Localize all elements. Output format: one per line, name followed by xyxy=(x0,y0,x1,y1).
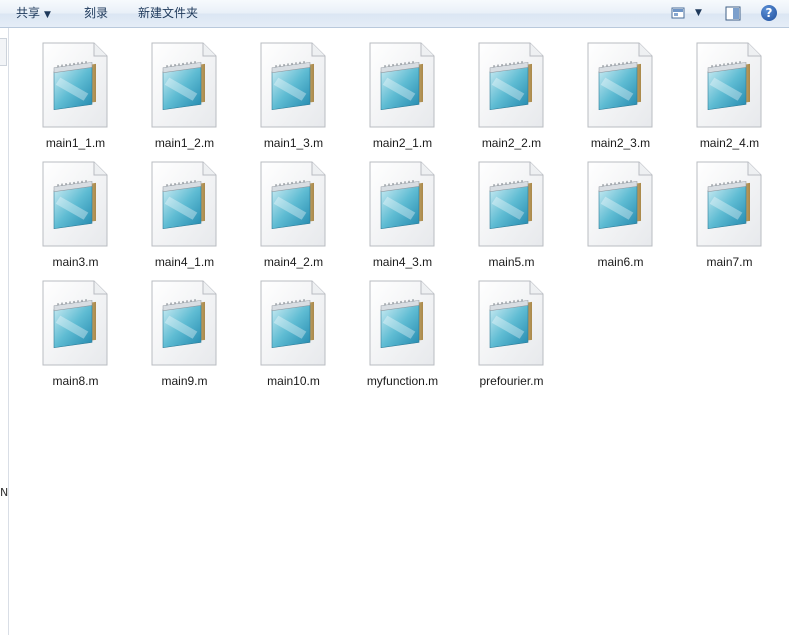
burn-button[interactable]: 刻录 xyxy=(84,0,108,27)
share-label: 共享 xyxy=(16,6,41,20)
file-item[interactable]: prefourier.m xyxy=(457,280,566,392)
file-name-label: main4_2.m xyxy=(263,255,324,269)
notepad-document-icon xyxy=(696,42,762,128)
file-item[interactable]: main9.m xyxy=(130,280,239,392)
file-item[interactable]: main7.m xyxy=(675,161,784,273)
notepad-document-icon xyxy=(151,161,217,247)
file-item[interactable]: main2_4.m xyxy=(675,42,784,154)
burn-label: 刻录 xyxy=(84,6,109,20)
file-item[interactable]: main5.m xyxy=(457,161,566,273)
share-dropdown-arrow-icon: ▼ xyxy=(44,10,51,20)
new-folder-button[interactable]: 新建文件夹 xyxy=(138,0,198,27)
file-item[interactable]: main3.m xyxy=(21,161,130,273)
notepad-document-icon xyxy=(260,42,326,128)
notepad-document-icon xyxy=(369,280,435,366)
file-name-label: main4_1.m xyxy=(154,255,215,269)
notepad-document-icon xyxy=(260,280,326,366)
navigation-pane-edge: N xyxy=(0,28,9,635)
file-item[interactable]: main4_3.m xyxy=(348,161,457,273)
preview-pane-button[interactable] xyxy=(725,4,741,23)
notepad-document-icon xyxy=(478,280,544,366)
notepad-document-icon xyxy=(587,42,653,128)
notepad-document-icon xyxy=(587,161,653,247)
file-name-label: main8.m xyxy=(52,374,99,388)
notepad-document-icon xyxy=(478,42,544,128)
preview-pane-icon xyxy=(725,6,741,21)
file-item[interactable]: main2_2.m xyxy=(457,42,566,154)
view-options-icon xyxy=(671,7,685,19)
file-name-label: main2_4.m xyxy=(699,136,760,150)
notepad-document-icon xyxy=(696,161,762,247)
file-item[interactable]: main8.m xyxy=(21,280,130,392)
file-item[interactable]: main2_3.m xyxy=(566,42,675,154)
file-name-label: main1_1.m xyxy=(45,136,106,150)
file-name-label: main2_1.m xyxy=(372,136,433,150)
notepad-document-icon xyxy=(369,161,435,247)
file-name-label: main2_3.m xyxy=(590,136,651,150)
file-name-label: main6.m xyxy=(597,255,644,269)
view-options-button[interactable] xyxy=(671,4,685,23)
share-menu-button[interactable]: 共享 ▼ xyxy=(16,0,51,27)
file-name-label: main7.m xyxy=(706,255,753,269)
notepad-document-icon xyxy=(369,42,435,128)
command-bar: 共享 ▼ 刻录 新建文件夹 ▼ ? xyxy=(0,0,789,28)
file-item[interactable]: main4_1.m xyxy=(130,161,239,273)
help-icon: ? xyxy=(765,6,773,20)
help-button[interactable]: ? xyxy=(761,5,777,21)
file-name-label: main10.m xyxy=(267,374,320,388)
file-name-label: main9.m xyxy=(161,374,208,388)
file-item[interactable]: main1_3.m xyxy=(239,42,348,154)
file-item[interactable]: main6.m xyxy=(566,161,675,273)
new-folder-label: 新建文件夹 xyxy=(138,6,199,20)
view-options-dropdown[interactable]: ▼ xyxy=(695,0,702,27)
file-item[interactable]: main1_1.m xyxy=(21,42,130,154)
file-item[interactable]: main4_2.m xyxy=(239,161,348,273)
view-dropdown-arrow-icon: ▼ xyxy=(695,8,702,18)
file-name-label: main4_3.m xyxy=(372,255,433,269)
file-name-label: main1_3.m xyxy=(263,136,324,150)
truncated-nav-text: N xyxy=(0,486,9,499)
navigation-scrollbar[interactable] xyxy=(0,38,7,66)
file-name-label: main1_2.m xyxy=(154,136,215,150)
file-item[interactable]: main2_1.m xyxy=(348,42,457,154)
notepad-document-icon xyxy=(260,161,326,247)
file-name-label: prefourier.m xyxy=(479,374,544,388)
notepad-document-icon xyxy=(478,161,544,247)
file-name-label: main3.m xyxy=(52,255,99,269)
notepad-document-icon xyxy=(151,42,217,128)
file-item[interactable]: myfunction.m xyxy=(348,280,457,392)
notepad-document-icon xyxy=(42,280,108,366)
notepad-document-icon xyxy=(42,161,108,247)
file-name-label: myfunction.m xyxy=(366,374,439,388)
file-name-label: main5.m xyxy=(488,255,535,269)
notepad-document-icon xyxy=(151,280,217,366)
file-item[interactable]: main10.m xyxy=(239,280,348,392)
notepad-document-icon xyxy=(42,42,108,128)
file-name-label: main2_2.m xyxy=(481,136,542,150)
file-item[interactable]: main1_2.m xyxy=(130,42,239,154)
